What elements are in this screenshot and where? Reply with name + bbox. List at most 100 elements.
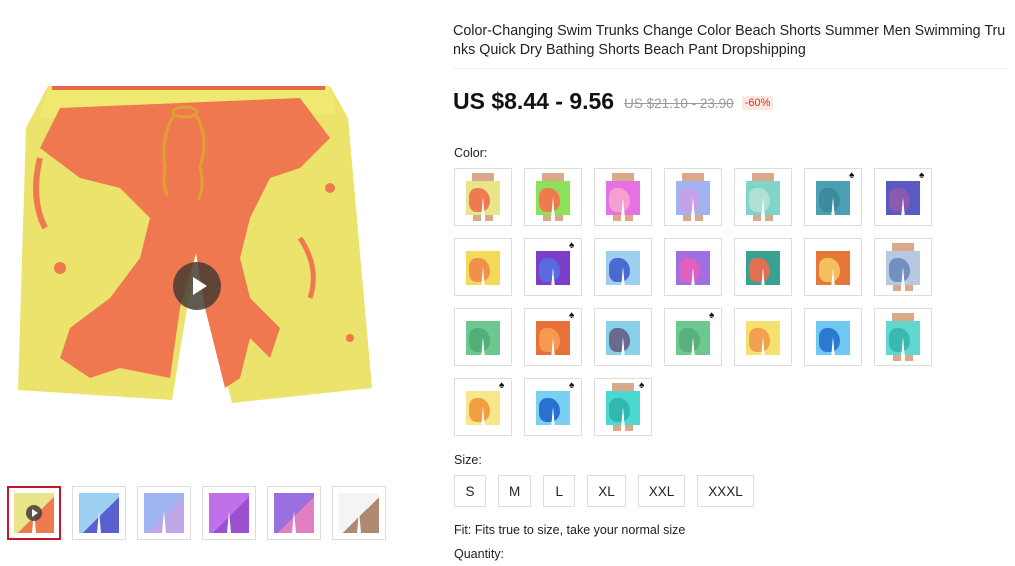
dropship-icon: ♠ xyxy=(569,240,575,251)
dropship-icon: ♠ xyxy=(919,170,925,181)
color-splash xyxy=(679,327,700,352)
current-price: US $8.44 - 9.56 xyxy=(453,88,615,114)
color-label: Color: xyxy=(454,146,488,160)
color-swatch[interactable]: ♠ xyxy=(524,238,582,296)
color-splash xyxy=(749,327,770,352)
main-product-image[interactable] xyxy=(0,38,400,448)
original-price: US $21.10 - 23.90 xyxy=(624,95,734,111)
gallery-thumbnail[interactable] xyxy=(72,486,126,540)
shorts-shape xyxy=(466,251,500,285)
color-swatch[interactable] xyxy=(454,308,512,366)
play-icon xyxy=(192,277,207,295)
size-label: Size: xyxy=(454,453,482,467)
color-splash xyxy=(539,187,560,212)
size-option-xl[interactable]: XL xyxy=(587,475,626,507)
gallery-thumbnail[interactable] xyxy=(202,486,256,540)
discount-badge: -60% xyxy=(741,96,774,110)
color-swatch[interactable] xyxy=(524,168,582,226)
color-splash xyxy=(819,257,840,282)
color-swatch[interactable] xyxy=(804,238,862,296)
dropship-icon: ♠ xyxy=(569,380,575,391)
swatch-image xyxy=(739,313,787,361)
play-video-button[interactable] xyxy=(173,262,221,310)
color-splash xyxy=(609,397,630,422)
thumbnail-image xyxy=(144,493,184,533)
size-option-l[interactable]: L xyxy=(543,475,576,507)
color-swatch[interactable] xyxy=(594,308,652,366)
color-splash xyxy=(749,257,770,282)
swatch-image xyxy=(809,313,857,361)
color-swatch[interactable] xyxy=(804,308,862,366)
swatch-image xyxy=(739,243,787,291)
color-swatch[interactable] xyxy=(664,168,722,226)
size-option-s[interactable]: S xyxy=(454,475,486,507)
dropship-icon: ♠ xyxy=(639,380,645,391)
dropship-icon: ♠ xyxy=(849,170,855,181)
size-option-m[interactable]: M xyxy=(498,475,532,507)
color-splash xyxy=(889,327,910,352)
color-splash xyxy=(679,257,700,282)
shorts-shape xyxy=(466,321,500,355)
thumbnail-image xyxy=(79,493,119,533)
shorts-shape xyxy=(676,251,710,285)
gallery-thumbnail[interactable] xyxy=(137,486,191,540)
color-splash xyxy=(609,187,630,212)
color-splash xyxy=(469,397,490,422)
swatch-image xyxy=(459,313,507,361)
color-swatch[interactable]: ♠ xyxy=(664,308,722,366)
color-swatch-grid: ♠ ♠ ♠ ♠ ♠ ♠ ♠ ♠ xyxy=(454,168,934,436)
shorts-shape xyxy=(816,251,850,285)
dropship-icon: ♠ xyxy=(569,310,575,321)
color-splash xyxy=(749,187,770,212)
shorts-shape xyxy=(536,391,570,425)
color-swatch[interactable]: ♠ xyxy=(454,378,512,436)
thumbnail-image xyxy=(274,493,314,533)
color-swatch[interactable] xyxy=(734,238,792,296)
fit-note: Fit: Fits true to size, take your normal… xyxy=(454,523,686,537)
color-swatch[interactable] xyxy=(874,308,932,366)
color-swatch[interactable]: ♠ xyxy=(594,378,652,436)
color-splash xyxy=(889,257,910,282)
swatch-image xyxy=(599,173,647,221)
color-swatch[interactable] xyxy=(664,238,722,296)
color-swatch[interactable]: ♠ xyxy=(524,378,582,436)
swatch-image xyxy=(809,243,857,291)
color-swatch[interactable]: ♠ xyxy=(804,168,862,226)
color-swatch[interactable] xyxy=(734,308,792,366)
color-swatch[interactable] xyxy=(454,238,512,296)
gallery-thumbnail[interactable] xyxy=(267,486,321,540)
size-option-xxxl[interactable]: XXXL xyxy=(697,475,754,507)
size-option-xxl[interactable]: XXL xyxy=(637,475,686,507)
shorts-shape xyxy=(816,181,850,215)
color-swatch[interactable]: ♠ xyxy=(874,168,932,226)
product-title: Color-Changing Swim Trunks Change Color … xyxy=(453,23,1006,58)
shorts-shape xyxy=(466,391,500,425)
color-swatch[interactable]: ♠ xyxy=(524,308,582,366)
shorts-shape xyxy=(746,321,780,355)
color-splash xyxy=(819,327,840,352)
shorts-shape xyxy=(606,321,640,355)
color-splash xyxy=(539,397,560,422)
size-options: S M L XL XXL XXXL xyxy=(454,475,754,507)
color-swatch[interactable] xyxy=(594,238,652,296)
color-swatch[interactable] xyxy=(594,168,652,226)
gallery-thumbnail[interactable] xyxy=(332,486,386,540)
color-splash xyxy=(819,187,840,212)
color-splash xyxy=(609,257,630,282)
color-splash xyxy=(679,187,700,212)
swatch-image xyxy=(459,243,507,291)
color-swatch[interactable] xyxy=(734,168,792,226)
color-swatch[interactable] xyxy=(454,168,512,226)
swatch-image xyxy=(529,173,577,221)
color-splash xyxy=(609,327,630,352)
swatch-image xyxy=(879,243,927,291)
color-swatch[interactable] xyxy=(874,238,932,296)
shorts-shape xyxy=(816,321,850,355)
thumbnail-strip xyxy=(7,486,386,540)
swatch-image xyxy=(669,173,717,221)
swatch-image xyxy=(599,243,647,291)
color-splash xyxy=(539,257,560,282)
swatch-image xyxy=(879,313,927,361)
gallery-thumbnail[interactable] xyxy=(7,486,61,540)
swatch-image xyxy=(599,313,647,361)
